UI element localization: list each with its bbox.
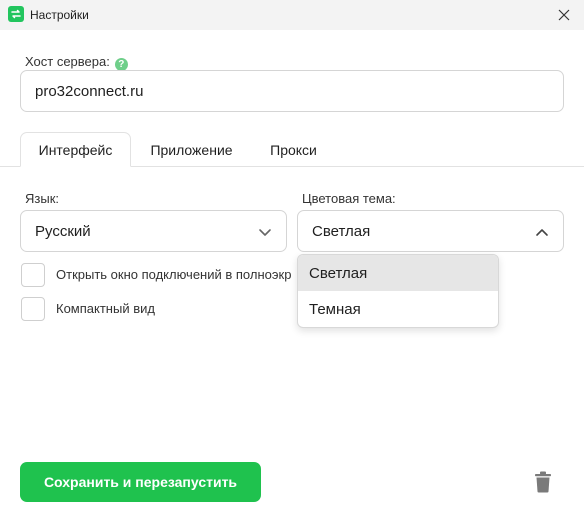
close-button[interactable] [544,0,584,30]
compact-view-checkbox-label: Компактный вид [56,301,155,316]
compact-view-checkbox[interactable] [21,297,45,321]
tab-label: Интерфейс [38,141,113,158]
tab-label: Прокси [270,141,317,158]
app-icon [8,6,24,22]
close-icon [558,9,570,21]
theme-option-light[interactable]: Светлая [298,255,498,291]
tab-proxy[interactable]: Прокси [252,132,335,167]
theme-dropdown-menu: Светлая Темная [297,254,499,328]
tab-label: Приложение [150,141,233,158]
theme-value: Светлая [312,222,371,240]
theme-option-dark[interactable]: Темная [298,291,498,327]
tab-application[interactable]: Приложение [135,132,248,167]
theme-select[interactable]: Светлая [297,210,564,252]
host-label-row: Хост сервера:? [25,54,128,71]
fullscreen-checkbox-label: Открыть окно подключений в полноэкр [56,267,292,282]
title-bar: Настройки [0,0,584,30]
window-title: Настройки [30,8,89,22]
trash-icon[interactable] [534,471,552,493]
theme-label: Цветовая тема: [302,191,396,206]
language-value: Русский [35,222,91,240]
language-label: Язык: [25,191,59,206]
language-select[interactable]: Русский [20,210,287,252]
host-input[interactable] [20,70,564,112]
fullscreen-checkbox[interactable] [21,263,45,287]
tab-interface[interactable]: Интерфейс [20,132,131,167]
save-restart-button[interactable]: Сохранить и перезапустить [20,462,261,502]
chevron-up-icon [536,229,548,236]
chevron-down-icon [259,229,271,236]
host-label: Хост сервера: [25,54,110,69]
